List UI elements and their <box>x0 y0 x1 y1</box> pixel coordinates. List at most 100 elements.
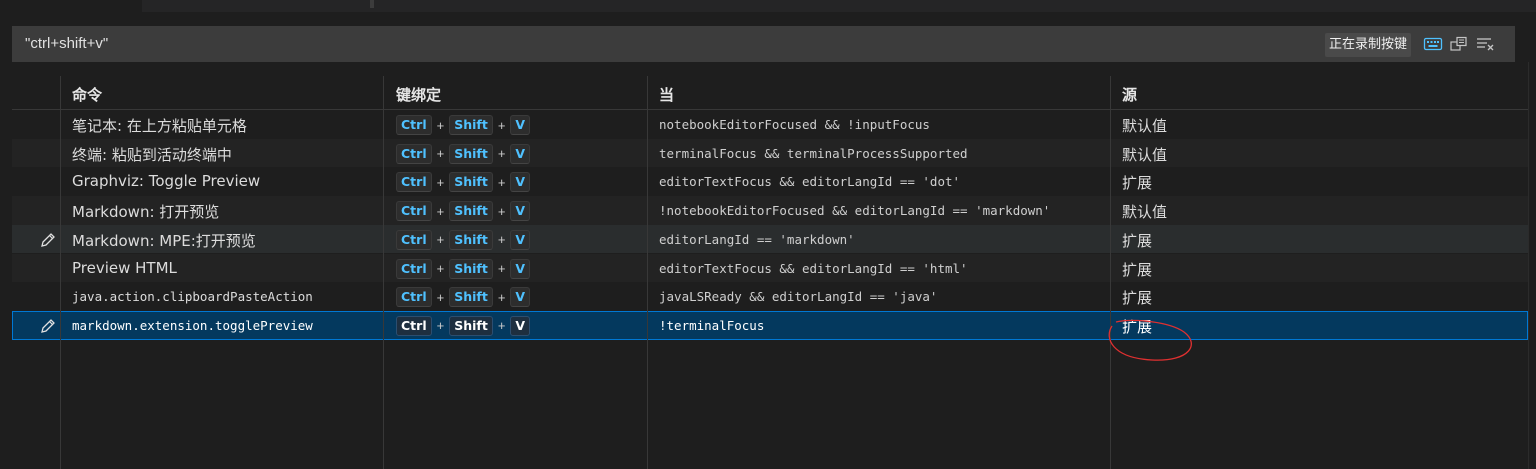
key-separator: + <box>436 318 445 334</box>
table-row[interactable]: Markdown: 打开预览 Ctrl + Shift + V !notebookEdito… <box>12 196 1528 225</box>
key-label: Ctrl <box>396 315 432 336</box>
column-divider <box>60 76 61 469</box>
when-cell: editorTextFocus && editorLangId == 'html… <box>659 260 968 276</box>
source-cell: 默认值 <box>1122 145 1168 164</box>
pencil-icon[interactable] <box>39 317 57 335</box>
key-label: V <box>510 287 531 308</box>
table-row[interactable]: 终端: 粘贴到活动终端中 Ctrl + Shift + VterminalFocus &&… <box>12 138 1528 168</box>
keybindings-table: 命令 键绑定 当 源 笔记本: 在上方粘贴单元格 Ctrl + Shift + Vnote… <box>12 76 1528 469</box>
sort-by-precedence-icon[interactable] <box>1449 35 1469 53</box>
key-label: Ctrl <box>396 201 432 222</box>
when-cell: javaLSReady && editorLangId == 'java' <box>659 289 938 305</box>
key-separator: + <box>436 203 445 219</box>
keybinding-cell: Ctrl + Shift + V <box>396 287 531 308</box>
key-label: Ctrl <box>396 115 432 135</box>
key-label: Ctrl <box>396 172 432 193</box>
key-separator: + <box>436 174 445 190</box>
source-cell: 扩展 <box>1122 174 1153 193</box>
clear-icon[interactable] <box>1475 35 1495 53</box>
key-label: V <box>510 172 531 193</box>
keybinding-cell: Ctrl + Shift + V <box>396 315 531 336</box>
key-separator: + <box>497 146 506 162</box>
header-when[interactable]: 当 <box>659 84 674 105</box>
key-separator: + <box>497 174 506 190</box>
key-separator: + <box>436 289 445 305</box>
command-cell: Markdown: 打开预览 <box>72 203 220 222</box>
keybindings-search-box[interactable]: "ctrl+shift+v" 正在录制按键 <box>12 26 1515 62</box>
table-row[interactable]: java.action.clipboardPasteAction Ctrl + Shi… <box>12 282 1528 311</box>
key-label: Shift <box>449 287 493 308</box>
key-label: Ctrl <box>396 229 432 250</box>
table-row[interactable]: Graphviz: Toggle Preview Ctrl + Shift + Vedit… <box>12 167 1528 196</box>
source-cell: 默认值 <box>1122 203 1168 222</box>
header-keybinding[interactable]: 键绑定 <box>396 84 441 105</box>
key-label: Shift <box>449 258 493 279</box>
column-divider <box>647 76 648 469</box>
key-label: V <box>510 315 531 336</box>
source-cell: 扩展 <box>1122 231 1153 250</box>
key-separator: + <box>497 117 506 133</box>
column-divider <box>383 76 384 469</box>
key-separator: + <box>497 261 506 276</box>
header-source[interactable]: 源 <box>1122 84 1137 105</box>
key-label: Shift <box>449 115 493 135</box>
search-input[interactable]: "ctrl+shift+v" <box>25 35 108 52</box>
command-cell: Preview HTML <box>72 258 177 277</box>
keyboard-icon[interactable] <box>1423 35 1443 53</box>
source-cell: 扩展 <box>1122 260 1153 279</box>
key-separator: + <box>436 261 445 276</box>
tab-separator <box>370 0 374 8</box>
key-label: Shift <box>449 229 493 250</box>
keybinding-cell: Ctrl + Shift + V <box>396 258 531 279</box>
pencil-icon[interactable] <box>39 231 57 249</box>
command-cell: 终端: 粘贴到活动终端中 <box>72 145 232 164</box>
column-divider <box>1110 76 1111 469</box>
vertical-scrollbar[interactable] <box>1528 62 1536 469</box>
table-row[interactable]: Markdown: MPE:打开预览 Ctrl + Shift + V editorLang… <box>12 224 1528 254</box>
when-cell: editorTextFocus && editorLangId == 'dot' <box>659 174 961 190</box>
keybinding-cell: Ctrl + Shift + V <box>396 201 531 222</box>
header-command[interactable]: 命令 <box>72 84 102 105</box>
table-row[interactable]: Preview HTML Ctrl + Shift + VeditorTextFocus … <box>12 253 1528 283</box>
command-cell: Graphviz: Toggle Preview <box>72 172 261 191</box>
key-label: Ctrl <box>396 287 432 308</box>
when-cell: editorLangId == 'markdown' <box>659 231 855 247</box>
command-cell: markdown.extension.togglePreview <box>72 317 313 333</box>
editor-tab-active[interactable] <box>0 0 142 12</box>
keybinding-cell: Ctrl + Shift + V <box>396 115 531 135</box>
key-separator: + <box>497 203 506 219</box>
source-cell: 扩展 <box>1122 289 1153 308</box>
key-label: V <box>510 258 531 279</box>
key-label: Shift <box>449 143 493 164</box>
key-separator: + <box>497 289 506 305</box>
keybinding-cell: Ctrl + Shift + V <box>396 143 531 164</box>
source-cell: 默认值 <box>1122 117 1168 135</box>
key-label: V <box>510 201 531 222</box>
key-label: Shift <box>449 172 493 193</box>
key-label: Shift <box>449 201 493 222</box>
command-cell: java.action.clipboardPasteAction <box>72 289 313 305</box>
keybinding-cell: Ctrl + Shift + V <box>396 229 531 250</box>
key-label: Ctrl <box>396 258 432 279</box>
command-cell: 笔记本: 在上方粘贴单元格 <box>72 117 247 135</box>
key-separator: + <box>436 117 445 133</box>
editor-tab-bar <box>0 0 1536 12</box>
when-cell: notebookEditorFocused && !inputFocus <box>659 117 930 132</box>
key-label: Shift <box>449 315 493 336</box>
table-row[interactable]: markdown.extension.togglePreview Ctrl + Shi… <box>12 310 1528 340</box>
when-cell: !terminalFocus <box>659 317 765 333</box>
key-separator: + <box>436 232 445 248</box>
key-label: V <box>510 143 531 164</box>
when-cell: terminalFocus && terminalProcessSupporte… <box>659 145 968 161</box>
command-cell: Markdown: MPE:打开预览 <box>72 231 256 250</box>
recording-keys-badge[interactable]: 正在录制按键 <box>1325 33 1412 57</box>
key-separator: + <box>436 146 445 162</box>
table-header: 命令 键绑定 当 源 <box>12 76 1528 110</box>
key-separator: + <box>497 232 506 248</box>
when-cell: !notebookEditorFocused && editorLangId =… <box>659 203 1051 219</box>
key-label: V <box>510 115 531 135</box>
table-row[interactable]: 笔记本: 在上方粘贴单元格 Ctrl + Shift + VnotebookEditorF… <box>12 110 1528 139</box>
key-label: Ctrl <box>396 143 432 164</box>
annotation-circle <box>1108 319 1192 361</box>
keybinding-cell: Ctrl + Shift + V <box>396 172 531 193</box>
